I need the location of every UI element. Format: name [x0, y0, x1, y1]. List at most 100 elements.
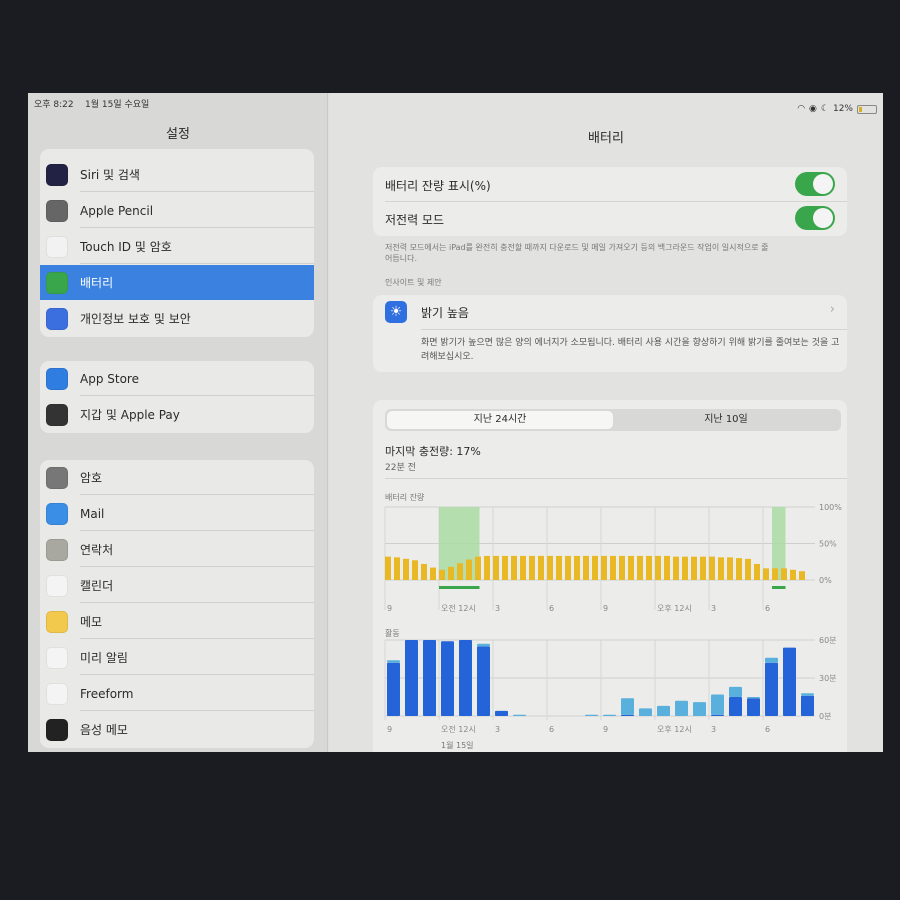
battery-level-bar [754, 563, 760, 580]
activity-screen-on-bar [801, 695, 814, 716]
sidebar-item[interactable]: 미리 알림 [40, 640, 314, 675]
y-tick-label: 0분 [819, 712, 831, 721]
x-tick-label: 3 [711, 604, 716, 613]
activity-screen-off-bar [801, 693, 814, 696]
y-tick-label: 100% [819, 503, 842, 512]
battery-level-bar [619, 555, 625, 580]
insight-card[interactable]: ☀ 밝기 높음 › 화면 밝기가 높으면 많은 양의 에너지가 소모됩니다. 배… [373, 295, 847, 372]
battery-percentage-toggle[interactable] [795, 172, 835, 196]
sidebar-item[interactable]: 연락처 [40, 532, 314, 567]
battery-level-bar [736, 558, 742, 580]
y-tick-label: 50% [819, 540, 837, 549]
sidebar-item[interactable]: 배터리 [40, 265, 314, 300]
battery-level-bar [403, 558, 409, 580]
activity-screen-on-bar [621, 714, 634, 716]
battery-level-bar [583, 555, 589, 580]
sidebar-item-label: Apple Pencil [80, 203, 154, 218]
battery-level-bar [727, 557, 733, 580]
sidebar-item-label: Freeform [80, 686, 134, 701]
battery-level-bar [691, 556, 697, 580]
battery-level-bar [475, 556, 481, 580]
battery-level-bar [574, 555, 580, 580]
freeform-icon [46, 682, 68, 705]
activity-screen-off-bar [765, 657, 778, 663]
sidebar-item[interactable]: Siri 및 검색 [40, 157, 314, 192]
activity-screen-on-bar [387, 662, 400, 716]
battery-level-bar [673, 556, 679, 580]
battery-icon [857, 104, 877, 114]
sidebar-item[interactable]: Mail [40, 496, 314, 531]
settings-group: App Store 지갑 및 Apple Pay [40, 361, 314, 433]
battery-level-bar [448, 566, 454, 580]
sidebar-item-label: Touch ID 및 암호 [80, 240, 172, 254]
pencil-icon [46, 199, 68, 222]
sidebar-item-label: 개인정보 보호 및 보안 [80, 312, 191, 326]
battery-level-bar [781, 568, 787, 580]
sidebar-item-label: 지갑 및 Apple Pay [80, 408, 180, 422]
sidebar-item[interactable]: 메모 [40, 604, 314, 639]
sidebar-item[interactable]: Apple Pencil [40, 193, 314, 228]
battery-level-bar [529, 555, 535, 580]
activity-screen-on-bar [441, 641, 454, 716]
activity-screen-off-bar [621, 698, 634, 715]
key-icon [46, 466, 68, 489]
charge-bolt-icon [439, 586, 480, 589]
insights-header: 인사이트 및 제안 [385, 278, 442, 287]
charts-svg: 100% 50% 0% 9 오전 12시 3 6 9 오후 12시 3 6 60분 30분 0분 9 오전 1… [384, 503, 842, 734]
sidebar-item[interactable]: 개인정보 보호 및 보안 [40, 301, 314, 336]
x-tick-label: 6 [765, 725, 770, 734]
sidebar-item-label: 메모 [80, 615, 103, 629]
x-tick-label: 6 [549, 604, 554, 613]
battery-level-bar [484, 555, 490, 580]
activity-screen-on-bar [477, 646, 490, 716]
battery-level-bar [493, 555, 499, 580]
status-time: 오후 8:22 [34, 100, 74, 110]
x-tick-label: 3 [495, 604, 500, 613]
sidebar-item-label: 음성 메모 [80, 723, 128, 737]
sidebar-item[interactable]: Freeform [40, 676, 314, 711]
battery-level-bar [547, 555, 553, 580]
activity-screen-on-bar [711, 714, 724, 716]
battery-level-bar [520, 555, 526, 580]
battery-level-bar [439, 569, 445, 580]
moon-icon: ☾ [820, 104, 829, 114]
voice-memo-icon [46, 718, 68, 741]
sidebar-item[interactable]: 암호 [40, 460, 314, 495]
battery-level-bar [466, 559, 472, 580]
sidebar-item-label: 배터리 [80, 276, 114, 290]
activity-screen-on-bar [747, 698, 760, 716]
battery-level-bar [610, 555, 616, 580]
hand-icon [46, 307, 68, 330]
sidebar-item-label: Mail [80, 506, 105, 521]
toggle-label: 배터리 잔량 표시(%) [385, 179, 491, 193]
sidebar-title: 설정 [166, 127, 190, 142]
battery-level-bar [628, 555, 634, 580]
sidebar-item[interactable]: 캘린더 [40, 568, 314, 603]
sidebar-item-label: 연락처 [80, 543, 114, 557]
x-tick-label: 3 [711, 725, 716, 734]
x-tick-label: 9 [603, 604, 608, 613]
insight-title: 밝기 높음 [421, 306, 469, 320]
battery-level-bar [637, 555, 643, 580]
sidebar-item[interactable]: 음성 메모 [40, 712, 314, 747]
sidebar-item[interactable]: 지갑 및 Apple Pay [40, 397, 314, 432]
fingerprint-icon [46, 235, 68, 258]
activity-screen-off-bar [603, 714, 616, 716]
sidebar-item[interactable]: App Store [40, 361, 314, 396]
x-tick-label: 오전 12시 [441, 603, 476, 613]
x-tick-label: 오후 12시 [657, 725, 692, 734]
battery-detail: ◠ ◉ ☾ 12% 배터리 배터리 잔량 표시(%) 저전력 모드 저전력 모드… [329, 93, 883, 752]
reminders-icon [46, 646, 68, 669]
battery-level-bar [394, 557, 400, 580]
y-tick-label: 0% [819, 576, 832, 585]
activity-screen-on-bar [405, 640, 418, 716]
status-date: 1월 15일 수요일 [85, 100, 150, 110]
sidebar-item[interactable]: Touch ID 및 암호 [40, 229, 314, 264]
x-tick-label: 9 [387, 604, 392, 613]
activity-screen-on-bar [495, 710, 508, 716]
activity-screen-on-bar [423, 640, 436, 716]
contacts-icon [46, 538, 68, 561]
battery-level-bar [745, 558, 751, 580]
low-power-mode-toggle[interactable] [795, 206, 835, 230]
battery-level-bar [664, 555, 670, 580]
